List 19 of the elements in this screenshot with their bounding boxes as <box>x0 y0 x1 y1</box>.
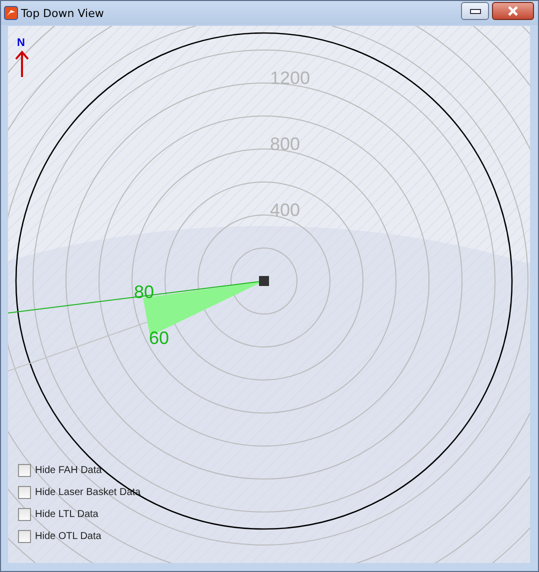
checkbox[interactable] <box>18 530 31 543</box>
compass-label: N <box>17 37 25 49</box>
range-label: 400 <box>270 201 300 219</box>
north-arrow-icon <box>15 50 29 78</box>
range-label: 1200 <box>270 69 310 87</box>
checkbox-label: Hide FAH Data <box>35 465 102 476</box>
checkbox-label: Hide OTL Data <box>35 531 102 542</box>
minimize-button[interactable] <box>461 2 489 20</box>
center-marker <box>259 276 269 286</box>
checkbox[interactable] <box>18 486 31 499</box>
sector-label: 60 <box>149 329 170 347</box>
close-icon <box>507 6 519 16</box>
checkbox-label: Hide LTL Data <box>35 509 98 520</box>
app-icon <box>4 6 18 20</box>
checkbox[interactable] <box>18 464 31 477</box>
checkbox[interactable] <box>18 508 31 521</box>
close-button[interactable] <box>492 2 534 20</box>
range-label: 800 <box>270 135 300 153</box>
window-title: Top Down View <box>21 6 105 20</box>
